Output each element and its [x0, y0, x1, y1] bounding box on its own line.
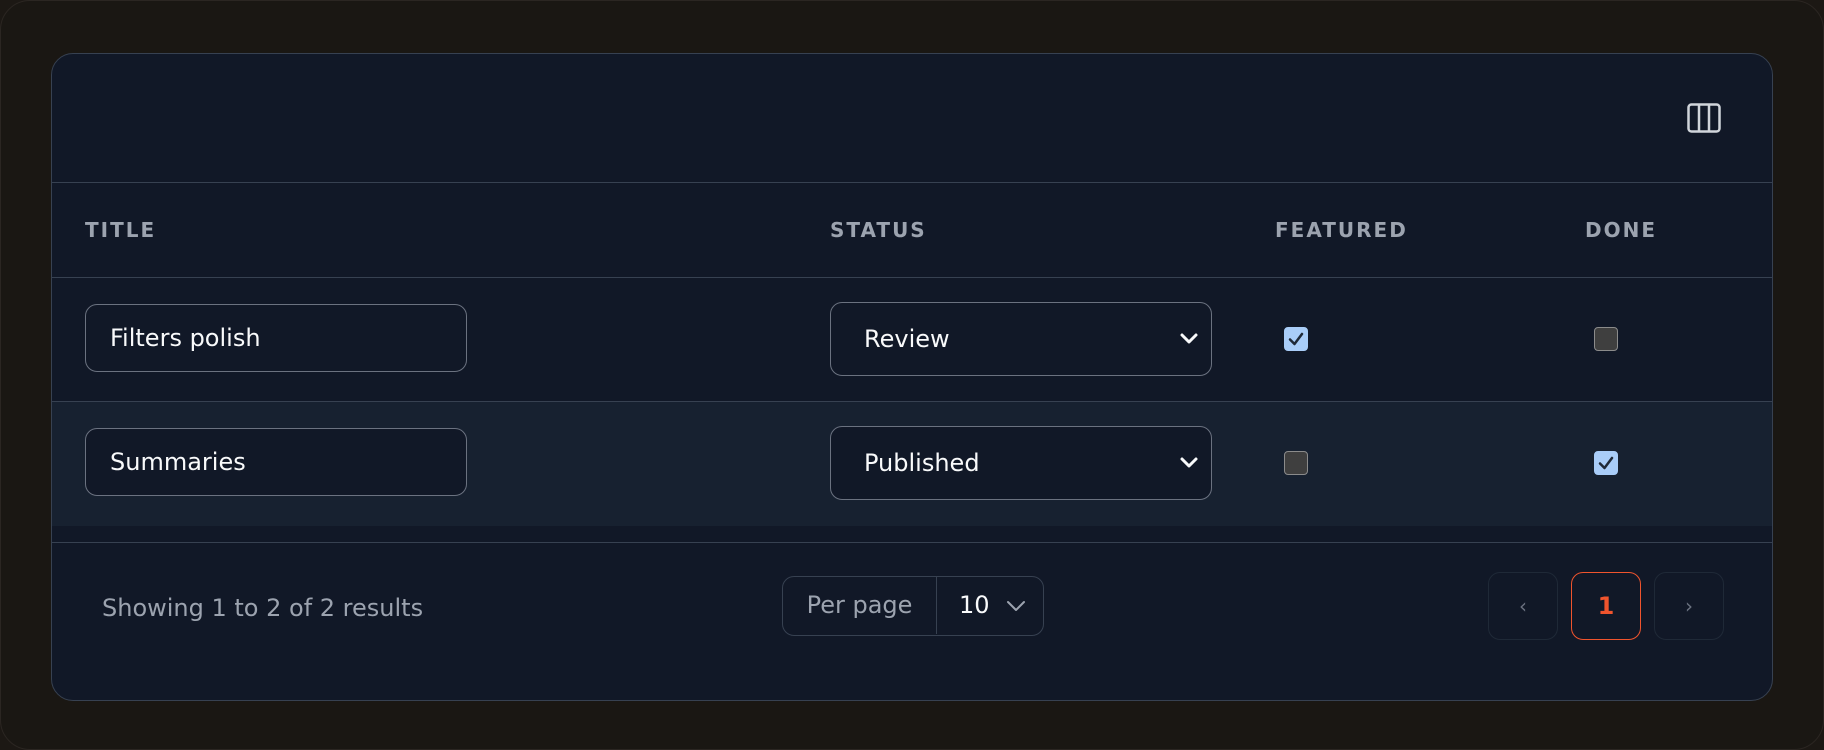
chevron-down-icon	[1180, 333, 1198, 344]
table-row: Summaries Published	[52, 402, 1772, 526]
column-toggle-button[interactable]	[1682, 96, 1726, 140]
column-header-featured[interactable]: FEATURED	[1275, 183, 1408, 277]
chevron-down-icon	[1180, 457, 1198, 468]
per-page-select[interactable]: 10	[937, 577, 1042, 634]
next-page-button[interactable]: ›	[1654, 572, 1724, 640]
window-frame: TITLE STATUS FEATURED DONE Filters polis…	[0, 0, 1824, 750]
previous-page-button[interactable]: ‹	[1488, 572, 1558, 640]
per-page-value: 10	[959, 591, 990, 619]
title-input[interactable]: Summaries	[85, 428, 467, 496]
checkmark-icon	[1598, 456, 1614, 470]
status-select[interactable]: Published	[830, 426, 1212, 500]
table-footer: Showing 1 to 2 of 2 results Per page 10 …	[52, 542, 1772, 700]
per-page-label: Per page	[783, 577, 937, 634]
table-header: TITLE STATUS FEATURED DONE	[52, 183, 1772, 278]
table-toolbar	[52, 54, 1772, 183]
column-header-title[interactable]: TITLE	[85, 183, 156, 277]
checkmark-icon	[1288, 332, 1304, 346]
featured-checkbox[interactable]	[1284, 327, 1308, 351]
table-card: TITLE STATUS FEATURED DONE Filters polis…	[51, 53, 1773, 701]
results-summary: Showing 1 to 2 of 2 results	[102, 594, 424, 622]
chevron-down-icon	[1007, 601, 1025, 611]
done-checkbox[interactable]	[1594, 451, 1618, 475]
done-checkbox[interactable]	[1594, 327, 1618, 351]
featured-checkbox[interactable]	[1284, 451, 1308, 475]
column-header-status[interactable]: STATUS	[830, 183, 927, 277]
status-select-value: Review	[864, 325, 950, 353]
page-button-current[interactable]: 1	[1571, 572, 1641, 640]
columns-icon	[1687, 103, 1721, 133]
table-row: Filters polish Review	[52, 278, 1772, 402]
status-select-value: Published	[864, 449, 980, 477]
status-select[interactable]: Review	[830, 302, 1212, 376]
column-header-done[interactable]: DONE	[1585, 183, 1657, 277]
title-input[interactable]: Filters polish	[85, 304, 467, 372]
per-page-control: Per page 10	[782, 576, 1044, 636]
